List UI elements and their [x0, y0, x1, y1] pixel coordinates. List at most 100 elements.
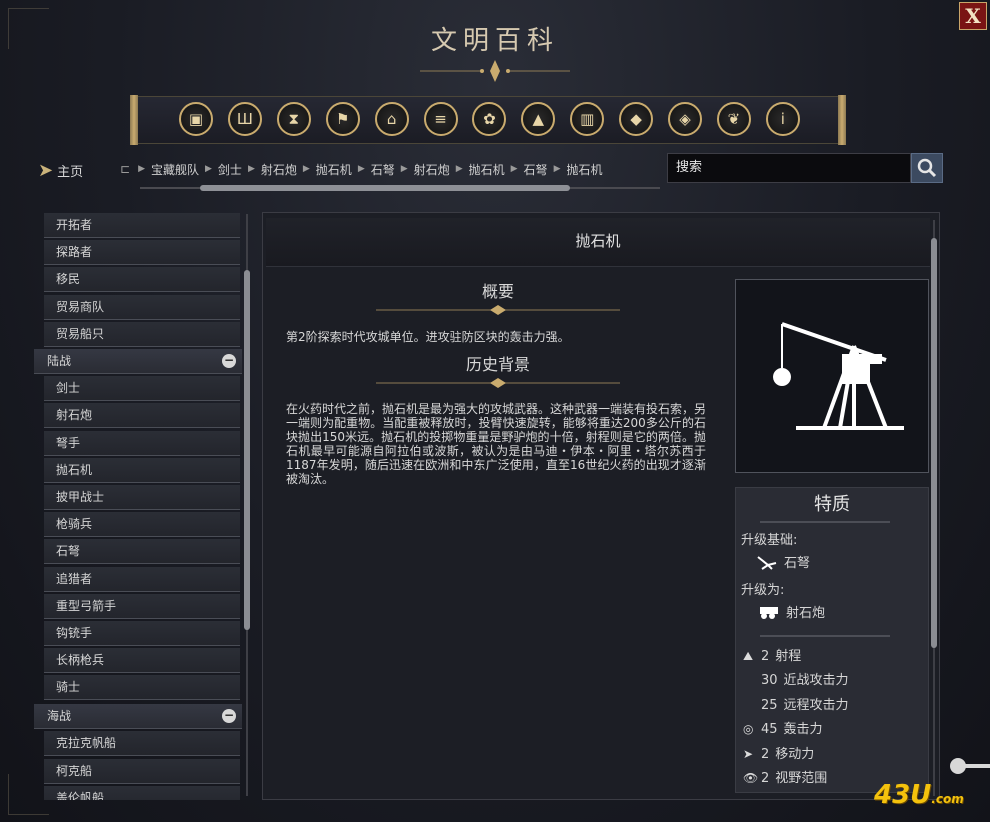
- breadcrumb-item[interactable]: ▶ 石弩: [352, 161, 395, 178]
- breadcrumb: ⊏ ▶ 宝藏舰队 ▶ 剑士 ▶ 射石炮 ▶ 抛石机 ▶ 石弩 ▶ 射石炮 ▶ 抛石机 ▶ 石弩 ▶ 抛石机: [120, 158, 658, 180]
- sidebar-item[interactable]: 抛石机: [44, 457, 240, 483]
- sidebar-item[interactable]: 贸易船只: [44, 321, 240, 347]
- search-input[interactable]: 搜索: [667, 153, 911, 183]
- category-button[interactable]: ⌂: [374, 102, 409, 136]
- open-book-icon: ≡: [434, 110, 447, 128]
- breadcrumb-label: 抛石机: [566, 162, 603, 177]
- breadcrumb-item[interactable]: ▶ 石弩: [505, 161, 548, 178]
- category-button[interactable]: ✿: [472, 102, 507, 136]
- breadcrumb-scroll-thumb[interactable]: [200, 185, 570, 191]
- sidebar-scrollbar[interactable]: [243, 210, 251, 800]
- sidebar-item[interactable]: 石弩: [44, 539, 240, 565]
- sidebar-item[interactable]: 柯克船: [44, 758, 240, 784]
- category-button[interactable]: ▲: [521, 102, 556, 136]
- breadcrumb-label: 宝藏舰队: [150, 162, 199, 177]
- stat-label: 视野范围: [775, 771, 828, 786]
- range-icon: ⛰: [743, 649, 754, 663]
- breadcrumb-overflow-icon[interactable]: ⊏: [120, 162, 130, 176]
- sidebar-item[interactable]: 弩手: [44, 430, 240, 456]
- breadcrumb-label: 射石炮: [260, 162, 297, 177]
- summary-divider: [376, 305, 620, 315]
- search-icon: [917, 158, 937, 178]
- upgrade-to-unit-name: 射石炮: [786, 606, 826, 621]
- category-button[interactable]: ⧗: [276, 102, 311, 136]
- sidebar-item[interactable]: 钩铳手: [44, 621, 240, 646]
- hourglass-icon: ⧗: [288, 110, 300, 128]
- sidebar-group-land-combat[interactable]: 陆战 −: [34, 349, 242, 374]
- category-button[interactable]: ▣: [179, 102, 213, 136]
- site-watermark-logo: 43U.com: [874, 780, 964, 810]
- category-button[interactable]: ≡: [423, 102, 458, 136]
- unit-list-sidebar: 开拓者 探路者 移民 贸易商队 贸易船只陆战 − 剑士 射石炮 弩手 抛石机 披甲战士 枪骑兵 石弩 追猎…: [34, 210, 244, 800]
- mountain-icon: ▲: [532, 110, 545, 128]
- breadcrumb-item[interactable]: ▶ 射石炮: [242, 161, 297, 178]
- stat-row: ➤ 2 移动力: [743, 743, 814, 762]
- sidebar-item[interactable]: 克拉克帆船: [44, 731, 240, 757]
- breadcrumb-separator-icon: ▶: [400, 164, 408, 174]
- movement-arrow-icon: ➤: [743, 746, 754, 761]
- upgrade-to-unit-link[interactable]: 射石炮: [756, 602, 825, 621]
- building-columns-icon: ⌂: [386, 110, 397, 128]
- sidebar-item[interactable]: 长柄枪兵: [44, 648, 240, 674]
- sidebar-item[interactable]: 骑士: [44, 675, 240, 701]
- breadcrumb-item[interactable]: ▶ 剑士: [199, 161, 242, 178]
- sidebar-item[interactable]: 贸易商队: [44, 294, 240, 320]
- stats-divider: [760, 635, 890, 637]
- stat-row: ◎ 45 轰击力: [743, 718, 823, 737]
- stat-row: 25 远程攻击力: [743, 694, 849, 713]
- category-button[interactable]: ▥: [570, 102, 605, 136]
- sidebar-item[interactable]: 移民: [44, 267, 240, 293]
- sidebar-item[interactable]: 开拓者: [44, 213, 240, 238]
- sidebar-item[interactable]: 盖伦帆船: [44, 785, 240, 800]
- sidebar-group-label: 陆战: [47, 354, 72, 368]
- units-cube-icon: ▣: [188, 110, 204, 128]
- stat-value: 30: [761, 673, 778, 689]
- stat-value: 2: [761, 746, 770, 762]
- stat-value: 25: [761, 697, 778, 713]
- breadcrumb-label: 石弩: [370, 162, 395, 177]
- category-toolbar: ▣ Ш ⧗ ⚑ ⌂ ≡ ✿ ▲ ▥ ◆ ◈ ❦ i: [130, 95, 846, 145]
- upgrade-from-unit-link[interactable]: 石弩: [756, 552, 810, 571]
- search-button[interactable]: [911, 153, 943, 183]
- traits-heading: 特质: [814, 494, 850, 515]
- breadcrumb-scrollbar[interactable]: [140, 184, 660, 192]
- stat-label: 移动力: [775, 746, 815, 762]
- flower-icon: ✿: [483, 110, 496, 128]
- article-scrollbar[interactable]: [930, 216, 938, 800]
- breadcrumb-item[interactable]: ▶ 抛石机: [548, 161, 603, 178]
- article-scroll-thumb[interactable]: [931, 238, 937, 648]
- category-button[interactable]: i: [765, 102, 800, 136]
- sidebar-item[interactable]: 剑士: [44, 376, 240, 402]
- sidebar-item[interactable]: 探路者: [44, 240, 240, 266]
- category-button[interactable]: Ш: [227, 102, 262, 136]
- category-button[interactable]: ❦: [716, 102, 751, 136]
- category-button[interactable]: ⚑: [325, 102, 360, 136]
- history-heading: 历史背景: [465, 355, 530, 374]
- sidebar-item[interactable]: 射石炮: [44, 403, 240, 429]
- side-panel-handle[interactable]: [946, 754, 990, 778]
- breadcrumb-label: 抛石机: [468, 162, 505, 177]
- sidebar-item[interactable]: 追猎者: [44, 566, 240, 592]
- home-button[interactable]: ➤ 主页: [38, 158, 83, 182]
- sidebar-item[interactable]: 披甲战士: [44, 485, 240, 510]
- sidebar-item[interactable]: 枪骑兵: [44, 512, 240, 538]
- upgrade-to-label: 升级为:: [741, 583, 785, 598]
- breadcrumb-item[interactable]: ▶ 抛石机: [297, 161, 352, 178]
- breadcrumb-item[interactable]: ▶ 宝藏舰队: [132, 161, 199, 178]
- drink-cup-icon: Ш: [236, 110, 253, 128]
- category-button[interactable]: ◈: [668, 102, 702, 136]
- category-button[interactable]: ◆: [619, 102, 654, 136]
- sidebar-item[interactable]: 重型弓箭手: [44, 593, 240, 619]
- toolbar-left-cap: [130, 95, 138, 145]
- stat-label: 轰击力: [783, 722, 823, 738]
- collapse-icon[interactable]: −: [222, 709, 236, 724]
- summary-heading: 概要: [481, 282, 514, 301]
- back-arrow-icon: ➤: [38, 159, 54, 181]
- upgrade-from-label: 升级基础:: [741, 533, 798, 548]
- sidebar-group-naval-combat[interactable]: 海战 −: [34, 704, 242, 730]
- sidebar-scroll-thumb[interactable]: [244, 270, 250, 630]
- breadcrumb-item[interactable]: ▶ 抛石机: [450, 161, 505, 178]
- breadcrumb-label: 射石炮: [413, 162, 450, 177]
- breadcrumb-item[interactable]: ▶ 射石炮: [395, 161, 450, 178]
- collapse-icon[interactable]: −: [222, 354, 236, 368]
